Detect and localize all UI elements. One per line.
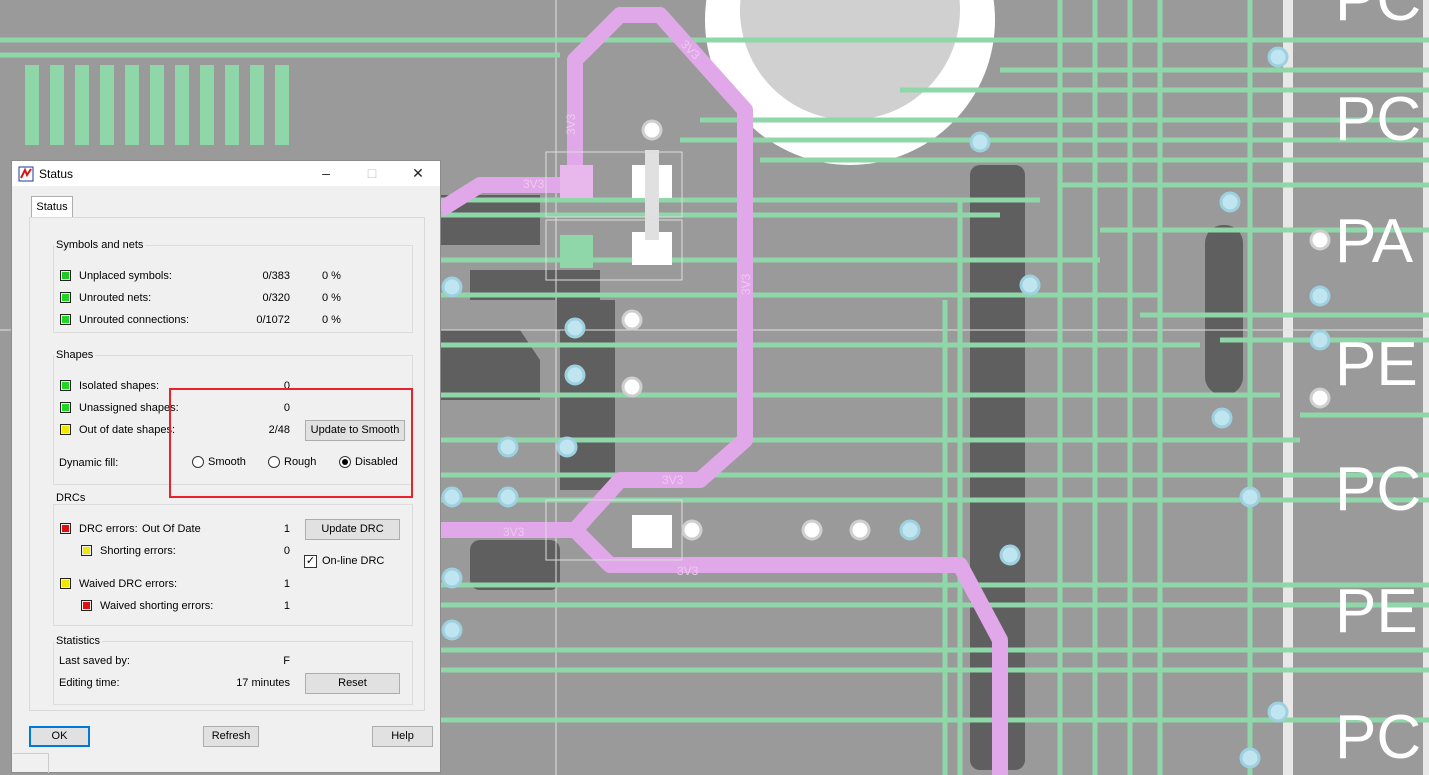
row-count: 0: [283, 545, 290, 557]
last-saved-label: Last saved by:: [59, 655, 130, 667]
row-count: 0/383: [262, 270, 290, 282]
drc-errors-label: DRC errors:: [79, 523, 138, 535]
row-label: Out of date shapes:: [79, 424, 176, 436]
maximize-button[interactable]: □: [349, 161, 395, 186]
net-label: 3V3: [503, 525, 525, 539]
net-label: 3V3: [739, 273, 753, 295]
row-percent: 0 %: [322, 292, 341, 304]
editing-time-value: 17 minutes: [236, 677, 290, 689]
row-count: 0/320: [262, 292, 290, 304]
row-label: Unassigned shapes:: [79, 402, 179, 414]
row-label: Waived shorting errors:: [100, 600, 214, 612]
group-title: Statistics: [54, 635, 103, 647]
editing-time-label: Editing time:: [59, 677, 120, 689]
row-label: Isolated shapes:: [79, 380, 160, 392]
silk-label: PC: [1335, 85, 1421, 154]
row-label: Unplaced symbols:: [79, 270, 172, 282]
status-strip: [13, 753, 49, 773]
status-indicator: [60, 424, 71, 435]
highlight-annotation: [169, 388, 413, 498]
silk-label: PA: [1335, 207, 1414, 276]
silk-label: PC: [1335, 0, 1421, 34]
tab-status[interactable]: Status: [31, 196, 73, 218]
row-label: Waived DRC errors:: [79, 578, 177, 590]
status-indicator: [81, 545, 92, 556]
help-button[interactable]: Help: [372, 726, 433, 747]
app-icon: [18, 166, 34, 182]
status-indicator: [60, 578, 71, 589]
close-button[interactable]: ✕: [395, 161, 441, 186]
net-label: 3V3: [564, 113, 578, 135]
row-percent: 0 %: [322, 314, 341, 326]
status-indicator: [81, 600, 92, 611]
online-drc-label[interactable]: On-line DRC: [322, 555, 384, 567]
status-indicator: [60, 270, 71, 281]
online-drc-checkbox[interactable]: ✓: [304, 555, 317, 568]
title-bar[interactable]: Status – □ ✕: [12, 161, 440, 186]
row-count: 0/1072: [256, 314, 290, 326]
row-count: 1: [283, 578, 290, 590]
status-indicator: [60, 292, 71, 303]
refresh-button[interactable]: Refresh: [203, 726, 259, 747]
silk-label: PE: [1335, 577, 1418, 646]
row-count: 1: [283, 523, 290, 535]
row-label: Unrouted nets:: [79, 292, 152, 304]
group-title: Shapes: [54, 349, 96, 361]
minimize-button[interactable]: –: [303, 161, 349, 186]
reset-button[interactable]: Reset: [305, 673, 400, 694]
net-label: 3V3: [677, 564, 699, 578]
status-indicator: [60, 523, 71, 534]
net-label: 3V3: [662, 473, 684, 487]
dialog-title: Status: [39, 167, 74, 181]
row-percent: 0 %: [322, 270, 341, 282]
row-label: Unrouted connections:: [79, 314, 190, 326]
status-indicator: [60, 402, 71, 413]
net-label: 3V3: [523, 177, 545, 191]
group-title: Symbols and nets: [54, 239, 146, 251]
status-dialog: Status – □ ✕ Status Symbols and nets Unp…: [11, 160, 441, 773]
silk-label: PC: [1335, 703, 1421, 772]
group-title: DRCs: [54, 492, 88, 504]
ok-button[interactable]: OK: [29, 726, 90, 747]
last-saved-value: F: [283, 655, 290, 667]
status-indicator: [60, 380, 71, 391]
status-indicator: [60, 314, 71, 325]
silk-label: PC: [1335, 455, 1421, 524]
silk-label: PE: [1335, 330, 1418, 399]
update-drc-button[interactable]: Update DRC: [305, 519, 400, 540]
row-label: Shorting errors:: [100, 545, 176, 557]
row-count: 1: [283, 600, 290, 612]
dynamic-fill-label: Dynamic fill:: [59, 457, 119, 469]
drc-status: Out Of Date: [142, 523, 201, 535]
